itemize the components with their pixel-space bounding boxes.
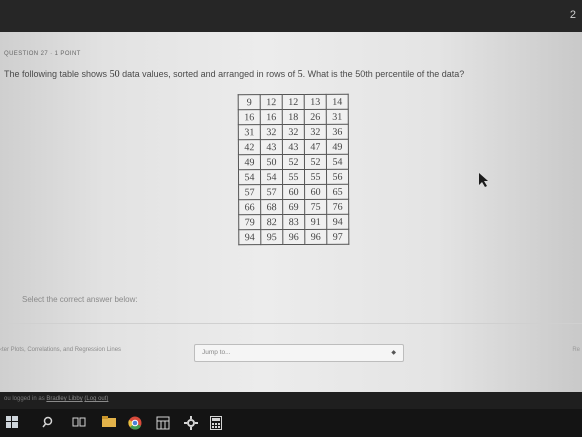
- data-table: 9 12 12 13 14 16 16 18 26 31 31 32 32 32 36 42 43 43 47 49 4…: [238, 94, 350, 245]
- mouse-cursor-icon: [479, 173, 488, 187]
- table-cell: 47: [304, 139, 327, 155]
- table-cell: 82: [260, 214, 283, 230]
- next-activity-link[interactable]: Re: [572, 347, 580, 353]
- table-cell: 52: [282, 154, 305, 170]
- table-cell: 49: [238, 154, 261, 170]
- question-count: 50: [109, 69, 120, 80]
- table-cell: 49: [326, 139, 349, 155]
- table-cell: 56: [326, 169, 349, 185]
- logout-link[interactable]: (Log out): [84, 396, 108, 402]
- file-explorer-icon[interactable]: [102, 416, 116, 428]
- table-row: 94 95 96 96 97: [238, 229, 349, 245]
- table-row: 66 68 69 75 76: [238, 199, 349, 215]
- table-cell: 83: [282, 214, 305, 230]
- table-cell: 31: [238, 124, 261, 140]
- table-cell: 57: [238, 184, 261, 200]
- table-cell: 14: [326, 94, 349, 110]
- settings-icon[interactable]: [184, 416, 198, 430]
- table-cell: 54: [238, 169, 261, 185]
- table-cell: 32: [304, 124, 327, 140]
- table-cell: 76: [326, 199, 349, 215]
- table-row: 57 57 60 60 65: [238, 184, 349, 200]
- table-cell: 43: [282, 139, 305, 155]
- select-answer-label: Select the correct answer below:: [22, 295, 138, 304]
- table-cell: 60: [282, 184, 305, 200]
- windows-taskbar: [0, 409, 582, 437]
- table-cell: 97: [326, 229, 349, 245]
- table-row: 16 16 18 26 31: [238, 109, 349, 125]
- table-cell: 31: [326, 109, 349, 125]
- table-cell: 68: [260, 199, 283, 215]
- table-cell: 69: [282, 199, 305, 215]
- table-row: 49 50 52 52 54: [238, 154, 349, 170]
- table-cell: 12: [260, 94, 283, 110]
- table-row: 79 82 83 91 94: [238, 214, 349, 230]
- table-cell: 12: [282, 94, 305, 110]
- login-info-bar: ou logged in as Bradley Libby (Log out): [0, 392, 582, 409]
- login-info: ou logged in as Bradley Libby (Log out): [4, 396, 108, 402]
- table-cell: 9: [238, 94, 261, 110]
- question-text-part: The following table shows: [4, 69, 110, 79]
- table-cell: 50: [260, 154, 283, 170]
- divider: [0, 323, 582, 324]
- question-text-part: . What is the 50th percentile of the dat…: [302, 69, 465, 79]
- table-cell: 94: [326, 214, 349, 230]
- table-row: 31 32 32 32 36: [238, 124, 349, 140]
- select-arrows-icon: ◆: [391, 350, 396, 356]
- question-text-part: data values, sorted and arranged in rows…: [119, 69, 298, 79]
- windows-icon[interactable]: [6, 416, 18, 428]
- table-cell: 54: [260, 169, 283, 185]
- task-view-icon[interactable]: [72, 416, 86, 428]
- table-cell: 18: [282, 109, 305, 125]
- table-cell: 16: [238, 109, 261, 125]
- table-row: 9 12 12 13 14: [238, 94, 349, 110]
- table-cell: 16: [260, 109, 283, 125]
- table-cell: 95: [260, 229, 283, 245]
- calculator-icon[interactable]: [210, 416, 222, 430]
- table-cell: 55: [304, 169, 327, 185]
- question-header: QUESTION 27 · 1 POINT: [4, 51, 81, 57]
- table-cell: 79: [238, 214, 261, 230]
- jump-to-value: Jump to...: [202, 349, 231, 356]
- table-cell: 32: [282, 124, 305, 140]
- browser-top-bar: 2: [0, 0, 582, 32]
- table-cell: 55: [282, 169, 305, 185]
- login-prefix: ou logged in as: [4, 396, 47, 402]
- table-cell: 54: [326, 154, 349, 170]
- table-cell: 96: [282, 229, 305, 245]
- jump-to-select[interactable]: Jump to... ◆: [194, 344, 404, 362]
- table-cell: 60: [304, 184, 327, 200]
- corner-number: 2: [569, 9, 576, 21]
- table-cell: 26: [304, 109, 327, 125]
- table-cell: 52: [304, 154, 327, 170]
- table-cell: 66: [238, 199, 261, 215]
- table-cell: 96: [304, 229, 327, 245]
- question-page: QUESTION 27 · 1 POINT The following tabl…: [0, 32, 582, 392]
- table-cell: 36: [326, 124, 349, 140]
- table-cell: 75: [304, 199, 327, 215]
- search-icon[interactable]: [42, 416, 54, 428]
- table-cell: 43: [260, 139, 283, 155]
- table-cell: 13: [304, 94, 327, 110]
- chrome-icon[interactable]: [128, 416, 142, 430]
- table-row: 54 54 55 55 56: [238, 169, 349, 185]
- table-row: 42 43 43 47 49: [238, 139, 349, 155]
- previous-activity-link[interactable]: ‹ter Plots, Correlations, and Regression…: [0, 347, 121, 353]
- table-cell: 32: [260, 124, 283, 140]
- table-cell: 42: [238, 139, 261, 155]
- question-text: The following table shows 50 data values…: [4, 69, 464, 80]
- calendar-icon[interactable]: [156, 416, 170, 430]
- table-cell: 91: [304, 214, 327, 230]
- user-profile-link[interactable]: Bradley Libby: [46, 396, 82, 402]
- table-cell: 65: [326, 184, 349, 200]
- table-cell: 57: [260, 184, 283, 200]
- table-cell: 94: [238, 229, 261, 245]
